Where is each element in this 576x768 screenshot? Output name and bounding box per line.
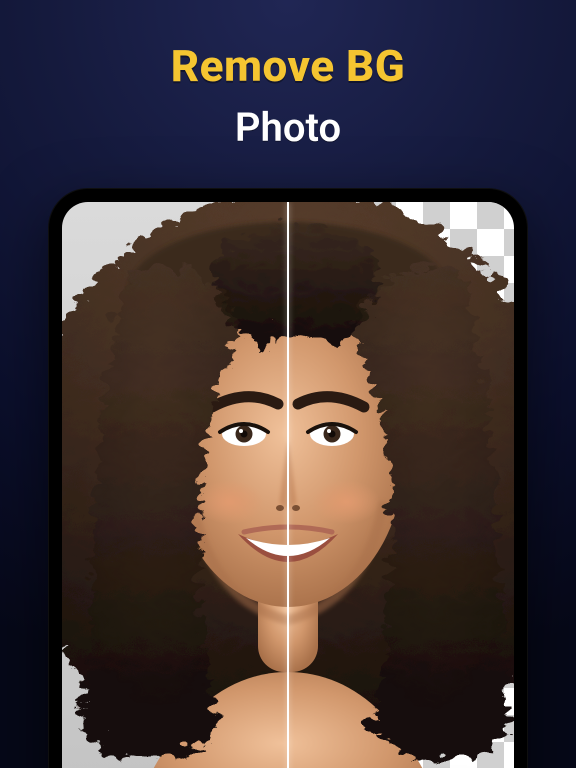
after-pane xyxy=(288,202,514,768)
page: Remove BG Photo xyxy=(0,0,576,768)
subhead: Photo xyxy=(0,104,576,151)
compare-divider[interactable] xyxy=(287,202,289,768)
headline: Remove BG xyxy=(0,40,576,92)
before-after-compare[interactable]: Before After xyxy=(62,202,514,768)
before-pane xyxy=(62,202,288,768)
device-frame: Before After xyxy=(48,188,528,768)
device-screen: Before After xyxy=(62,202,514,768)
